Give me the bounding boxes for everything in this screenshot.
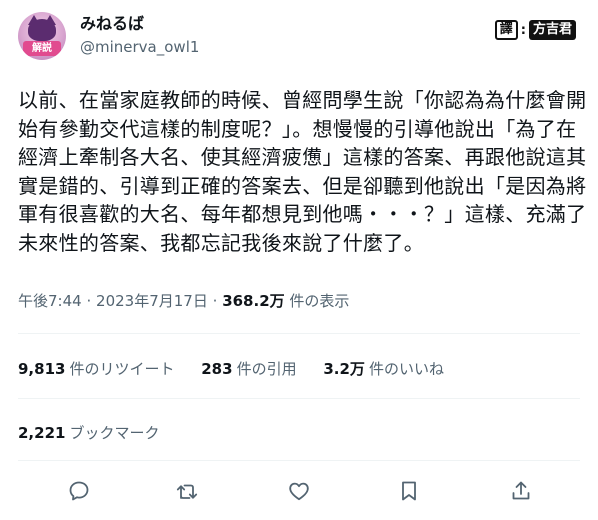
retweets-label: 件のリツイート: [69, 360, 175, 378]
views-count: 368.2万: [222, 292, 285, 310]
author-names: みねるば @minerva_owl1: [80, 14, 199, 58]
tweet-time[interactable]: 午後7:44: [18, 292, 82, 310]
retweets-stat[interactable]: 9,813 件のリツイート: [18, 358, 174, 379]
divider: [18, 333, 580, 334]
meta-separator: ·: [212, 292, 218, 310]
tweet-card: 解説 みねるば @minerva_owl1 譯 : 方吉君 以前、在當家庭教師的…: [0, 0, 598, 520]
translator-label: 譯: [494, 20, 518, 40]
engagement-stats: 9,813 件のリツイート 283 件の引用 3.2万 件のいいね: [18, 358, 466, 379]
quotes-stat[interactable]: 283 件の引用: [201, 358, 296, 379]
tweet-text: 以前、在當家庭教師的時候、曾經問學生說「你認為為什麼會開 始有參勤交代這樣的制度…: [18, 86, 587, 258]
avatar[interactable]: 解説: [18, 12, 66, 60]
translator-separator: :: [520, 22, 526, 38]
tweet-text-line: 軍有很喜歡的大名、每年都想見到他嗎・・・？」這樣、充滿了: [18, 202, 587, 227]
share-icon: [512, 481, 530, 500]
avatar-badge: 解説: [23, 41, 61, 56]
author-handle[interactable]: @minerva_owl1: [80, 36, 199, 58]
author-display-name[interactable]: みねるば: [80, 14, 199, 34]
divider: [18, 460, 580, 461]
tweet-text-line: 始有參勤交代這樣的制度呢？」。想慢慢的引導他說出「為了在: [18, 116, 577, 141]
tweet-text-line: 未來性的答案、我都忘記我後來說了什麼了。: [18, 230, 424, 255]
tweet-meta: 午後7:44 · 2023年7月17日 · 368.2万 件の表示: [18, 290, 349, 311]
like-icon: [289, 482, 309, 501]
reply-icon: [69, 481, 89, 501]
meta-separator: ·: [86, 292, 92, 310]
likes-label: 件のいいね: [368, 360, 444, 378]
tweet-date[interactable]: 2023年7月17日: [96, 292, 208, 310]
reply-button[interactable]: [64, 476, 94, 506]
tweet-header: 解説 みねるば @minerva_owl1 譯 : 方吉君: [18, 12, 578, 60]
likes-stat[interactable]: 3.2万 件のいいね: [323, 358, 444, 379]
action-bar: [0, 474, 598, 508]
share-button[interactable]: [506, 476, 536, 506]
bookmarks-count: 2,221: [18, 424, 66, 442]
tweet-text-line: 經濟上牽制各大名、使其經濟疲憊」這樣的答案、再跟他說這其: [18, 145, 587, 170]
bookmark-button[interactable]: [394, 476, 424, 506]
retweet-button[interactable]: [172, 476, 202, 506]
divider: [18, 398, 580, 399]
views-label: 件の表示: [289, 292, 350, 310]
bookmarks-stat[interactable]: 2,221 ブックマーク: [18, 422, 159, 443]
bookmark-icon: [402, 481, 416, 501]
likes-count: 3.2万: [323, 360, 365, 378]
translator-credit: 譯 : 方吉君: [494, 20, 576, 40]
retweets-count: 9,813: [18, 360, 66, 378]
like-button[interactable]: [284, 476, 314, 506]
translator-name: 方吉君: [528, 20, 576, 40]
tweet-text-line: 實是錯的、引導到正確的答案去、但是卻聽到他說出「是因為將: [18, 173, 587, 198]
bookmarks-label: ブックマーク: [69, 424, 160, 442]
quotes-label: 件の引用: [236, 360, 297, 378]
tweet-text-line: 以前、在當家庭教師的時候、曾經問學生說「你認為為什麼會開: [18, 88, 587, 112]
quotes-count: 283: [201, 360, 233, 378]
avatar-cat-illustration: [28, 19, 56, 41]
retweet-icon: [176, 484, 198, 499]
